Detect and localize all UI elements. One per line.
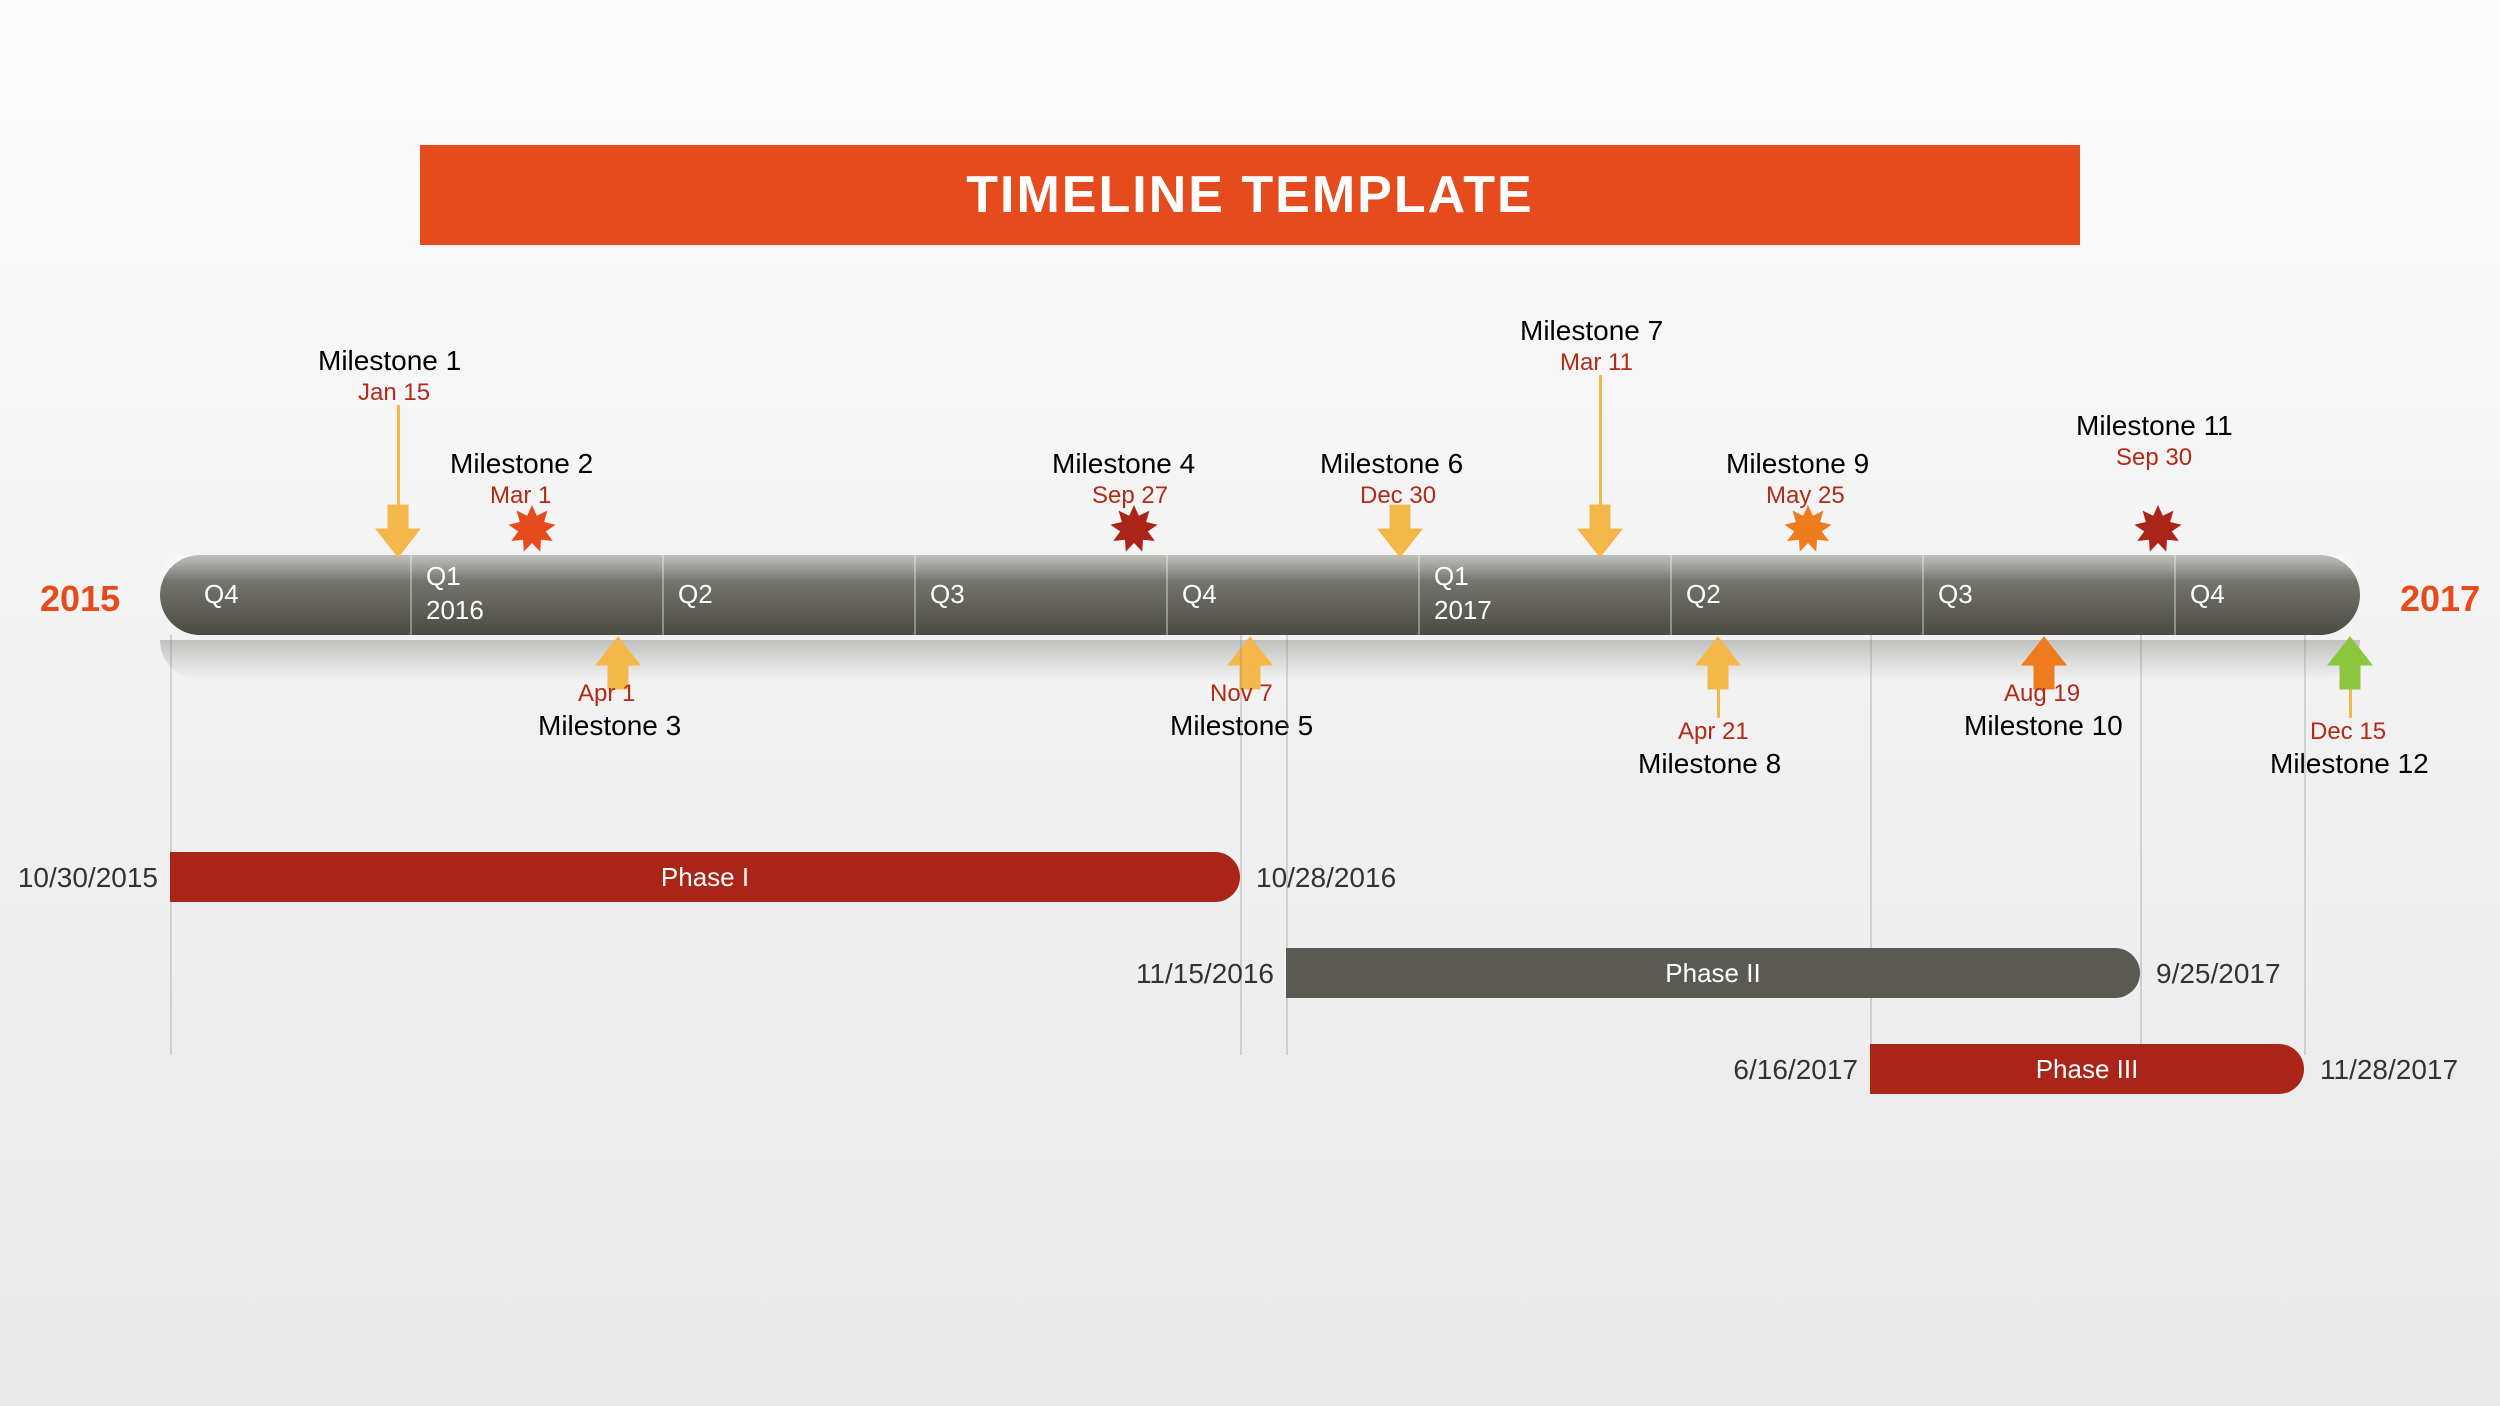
milestone-name: Milestone 10 (1964, 710, 2123, 742)
milestone-date: Mar 11 (1560, 349, 1633, 377)
end-year: 2017 (2400, 578, 2480, 620)
milestone-date: Jan 15 (358, 379, 430, 407)
phase-end-date: 11/28/2017 (2320, 1054, 2458, 1086)
phase-bar: Phase I (170, 852, 1240, 902)
milestone-date: Apr 21 (1678, 718, 1749, 746)
milestone-name: Milestone 9 (1726, 448, 1869, 480)
quarter-tick (2174, 555, 2176, 635)
phase-start-date: 10/30/2015 (18, 862, 158, 894)
milestone-marker (1378, 505, 1422, 562)
quarter-label: Q2 (1686, 579, 1721, 610)
quarter-year: 2017 (1434, 595, 1492, 626)
milestone-marker (376, 505, 420, 562)
timeline-sheen (160, 555, 2360, 581)
milestone-name: Milestone 12 (2270, 748, 2429, 780)
milestone-name: Milestone 4 (1052, 448, 1195, 480)
milestone-name: Milestone 2 (450, 448, 593, 480)
milestone-date: Sep 27 (1092, 482, 1168, 510)
quarter-label: Q2 (678, 579, 713, 610)
milestone-date: Sep 30 (2116, 444, 2192, 472)
phase-guideline (1240, 635, 1242, 1055)
quarter-tick (1418, 555, 1420, 635)
milestone-date: Dec 15 (2310, 718, 2386, 746)
title-banner: TIMELINE TEMPLATE (420, 145, 2080, 245)
milestone-marker (1696, 637, 1740, 694)
quarter-year: 2016 (426, 595, 484, 626)
milestone-date: Aug 19 (2004, 680, 2080, 708)
milestone-marker (2328, 637, 2372, 694)
phase-guideline (2140, 635, 2142, 1055)
quarter-label: Q1 (1434, 561, 1469, 592)
quarter-label: Q4 (204, 579, 239, 610)
milestone-marker (1110, 505, 1158, 558)
phase-start-date: 6/16/2017 (1733, 1054, 1858, 1086)
quarter-tick (914, 555, 916, 635)
milestone-name: Milestone 3 (538, 710, 681, 742)
milestone-name: Milestone 1 (318, 345, 461, 377)
quarter-tick (1922, 555, 1924, 635)
quarter-label: Q3 (930, 579, 965, 610)
milestone-name: Milestone 8 (1638, 748, 1781, 780)
milestone-name: Milestone 7 (1520, 315, 1663, 347)
phase-guideline (2304, 635, 2306, 1055)
quarter-tick (1166, 555, 1168, 635)
quarter-label: Q1 (426, 561, 461, 592)
quarter-tick (410, 555, 412, 635)
milestone-marker (1784, 505, 1832, 558)
quarter-tick (662, 555, 664, 635)
milestone-date: Apr 1 (578, 680, 635, 708)
milestone-date: Dec 30 (1360, 482, 1436, 510)
milestone-name: Milestone 6 (1320, 448, 1463, 480)
phase-bar: Phase III (1870, 1044, 2304, 1094)
milestone-date: May 25 (1766, 482, 1845, 510)
quarter-tick (1670, 555, 1672, 635)
phase-end-date: 9/25/2017 (2156, 958, 2281, 990)
milestone-marker (1578, 505, 1622, 562)
phase-start-date: 11/15/2016 (1136, 958, 1274, 990)
quarter-label: Q3 (1938, 579, 1973, 610)
quarter-label: Q4 (2190, 579, 2225, 610)
quarter-label: Q4 (1182, 579, 1217, 610)
start-year: 2015 (40, 578, 120, 620)
milestone-date: Mar 1 (490, 482, 551, 510)
milestone-name: Milestone 11 (2076, 410, 2233, 442)
phase-bar: Phase II (1286, 948, 2140, 998)
milestone-marker (508, 505, 556, 558)
phase-guideline (170, 635, 172, 1055)
milestone-marker (2134, 505, 2182, 558)
phase-end-date: 10/28/2016 (1256, 862, 1396, 894)
